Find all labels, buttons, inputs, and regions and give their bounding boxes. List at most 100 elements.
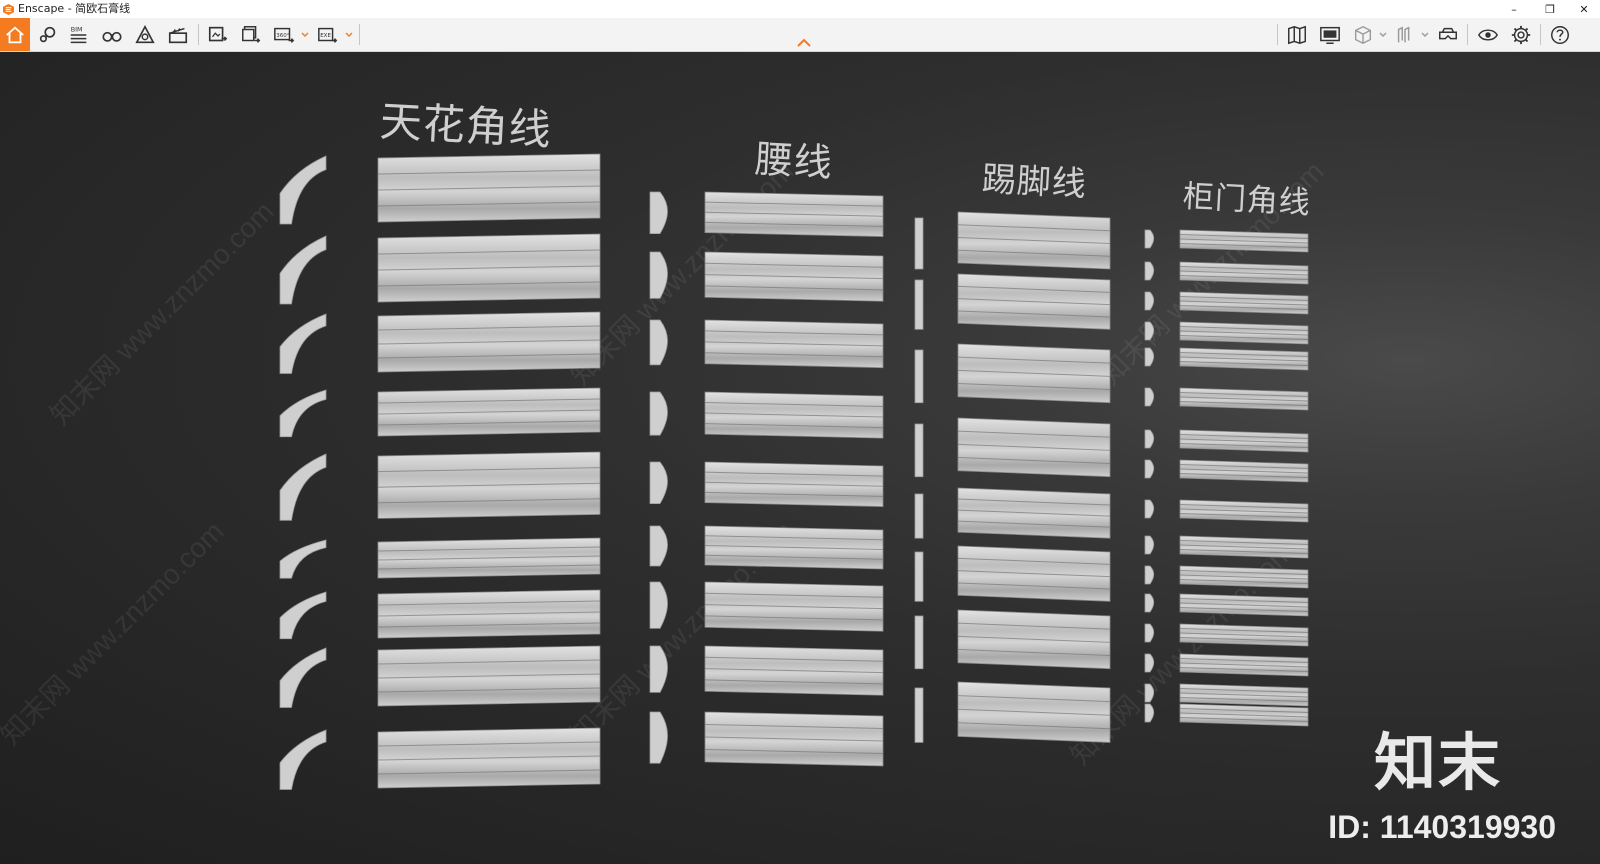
cabinet-profile (1144, 703, 1155, 723)
crown-profile (279, 155, 327, 225)
crown-profile (279, 453, 327, 521)
visual-settings-button[interactable] (1473, 18, 1503, 51)
minimize-button[interactable]: – (1496, 0, 1532, 18)
toolbar-separator (1277, 24, 1278, 45)
waist-profile (649, 645, 668, 693)
bookmark-dropdown-button[interactable] (1420, 18, 1430, 51)
waist-profile (649, 391, 668, 436)
cabinet-profile (1144, 229, 1155, 249)
svg-text:BIM: BIM (71, 25, 83, 33)
waist-profile (649, 525, 668, 567)
cube-icon (1354, 25, 1372, 44)
close-button[interactable]: ✕ (1566, 0, 1600, 18)
svg-text:EXE: EXE (320, 32, 331, 38)
waist-profile (649, 191, 668, 234)
skirting-profile (914, 349, 924, 404)
waist-profile (649, 711, 668, 764)
export-exe-button[interactable]: EXE (313, 18, 343, 51)
skirting-profile (914, 279, 924, 330)
enscape-logo-icon (3, 3, 14, 15)
skirting-profile (914, 493, 924, 539)
video-editor-button[interactable] (163, 18, 193, 51)
skirting-profile (914, 423, 924, 478)
svg-text:360°: 360° (276, 32, 289, 38)
toolbar-separator (1540, 24, 1541, 45)
cabinet-profile (1144, 683, 1155, 703)
clapperboard-icon (168, 27, 188, 43)
export-exe-icon: EXE (318, 27, 338, 43)
chevron-down-icon (345, 32, 353, 37)
window-title: Enscape - 简欧石膏线 (18, 2, 131, 15)
toolbar-separator (198, 24, 199, 45)
section-box-button[interactable] (1348, 18, 1378, 51)
asset-library-button[interactable] (130, 18, 160, 51)
cabinet-profile (1144, 387, 1155, 407)
help-button[interactable] (1545, 18, 1575, 51)
render-image-button[interactable] (203, 18, 233, 51)
binoculars-icon (102, 31, 122, 42)
map-button[interactable] (1282, 18, 1312, 51)
title-bar: Enscape - 简欧石膏线 (0, 0, 1600, 18)
vr-headset-icon (1439, 27, 1457, 39)
panorama-360-icon: 360° (274, 27, 295, 43)
molding-scene (279, 153, 1309, 790)
home-button[interactable] (0, 18, 30, 51)
waist-profile (649, 251, 668, 299)
waist-profile (649, 581, 668, 629)
cabinet-profile (1144, 429, 1155, 449)
skirting-profile (914, 551, 924, 602)
bim-icon: BIM (70, 25, 87, 43)
views-button[interactable] (33, 18, 63, 51)
map-icon (1288, 25, 1306, 44)
binoculars-button[interactable] (97, 18, 127, 51)
bookmark-button[interactable] (1390, 18, 1420, 51)
skirting-profile (914, 615, 924, 670)
monitor-icon (1320, 26, 1340, 44)
cabinet-profile (1144, 347, 1155, 367)
asset-library-icon (135, 24, 155, 43)
monitor-button[interactable] (1315, 18, 1345, 51)
cabinet-profile (1144, 535, 1155, 555)
section-dropdown-button[interactable] (1378, 18, 1388, 51)
skirting-profile (914, 687, 924, 743)
cabinet-profile (1144, 499, 1155, 519)
cabinet-profile (1144, 459, 1155, 479)
help-icon (1551, 25, 1569, 44)
crown-profile (279, 539, 327, 579)
eye-icon (1477, 28, 1499, 41)
toolbar-separator (1467, 24, 1468, 45)
crown-profile (279, 313, 327, 374)
chevron-down-icon (1379, 32, 1387, 37)
gear-icon (1511, 25, 1531, 44)
waist-profile (649, 461, 668, 504)
vr-headset-button[interactable] (1433, 18, 1463, 51)
chevron-down-icon (1421, 32, 1429, 37)
crown-profile (279, 647, 327, 708)
render-viewport[interactable]: 知末网 www.znzmo.com 知末网 www.znzmo.com 知末网 … (0, 52, 1600, 864)
home-icon (6, 25, 24, 43)
batch-render-button[interactable] (236, 18, 266, 51)
batch-render-icon (242, 25, 261, 43)
restore-button[interactable]: ❐ (1532, 0, 1568, 18)
waist-profile (649, 319, 668, 366)
collapse-toolbar-icon[interactable] (796, 38, 812, 48)
bim-button[interactable]: BIM (64, 18, 94, 51)
panorama-dropdown-button[interactable] (300, 18, 310, 51)
watermark-id: ID: 1140319930 (1328, 809, 1556, 845)
skirting-profile (914, 217, 924, 270)
render-image-icon (208, 26, 228, 41)
toolbar-separator (359, 24, 360, 45)
crown-profile (279, 389, 327, 438)
cabinet-profile (1144, 321, 1155, 341)
export-dropdown-button[interactable] (344, 18, 354, 51)
cabinet-profile (1144, 593, 1155, 613)
cabinet-profile (1144, 261, 1155, 281)
location-pin-icon (39, 26, 56, 42)
cabinet-profile (1144, 653, 1155, 673)
panorama-button[interactable]: 360° (269, 18, 299, 51)
bookmark-icon (1397, 25, 1410, 42)
watermark-logo: 知末 (1373, 726, 1502, 799)
cabinet-profile (1144, 291, 1155, 311)
crown-profile (279, 729, 327, 790)
settings-button[interactable] (1506, 18, 1536, 51)
